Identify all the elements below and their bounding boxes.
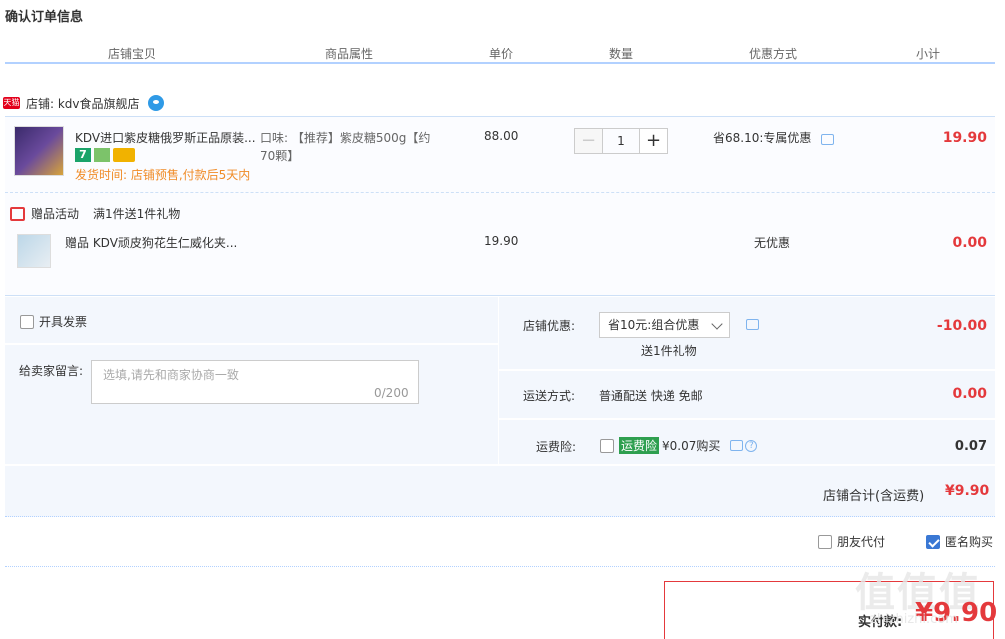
insurance-tag: 运费险 [619,437,660,454]
invoice-checkbox[interactable] [20,314,34,329]
shipping-label: 运送方式: [523,389,576,403]
shop-total-value: ¥9.90 [945,483,990,499]
tmall-icon: 天猫 [3,97,20,109]
product-name-link[interactable]: KDV进口紫皮糖俄罗斯正品原装... [75,129,255,146]
gift-price: 19.90 [484,234,519,248]
message-label: 给卖家留言: [19,364,84,378]
gift-icon [10,206,25,221]
divider [499,418,995,420]
insurance-option[interactable]: 运费险 ¥0.07购买 ? [600,437,758,454]
gift-activity-rule: 满1件送1件礼物 [93,207,181,221]
chevron-down-icon [711,318,723,330]
page-title: 确认订单信息 [5,10,84,25]
message-char-count: 0/200 [374,386,409,400]
gift-activity-row: 赠品活动 满1件送1件礼物 [10,205,180,222]
col-attributes: 商品属性 [325,47,374,61]
anonymous-option[interactable]: 匿名购买 [926,533,993,550]
divider [5,464,995,466]
invoice-label: 开具发票 [39,315,88,329]
friend-pay-label: 朋友代付 [837,535,886,549]
col-shop-item: 店铺宝贝 [108,47,157,61]
item-discount: 省68.10:专属优惠 [713,129,835,146]
col-discount: 优惠方式 [749,47,798,61]
shop-discount-select[interactable]: 省10元:组合优惠 [599,312,730,338]
unit-price: 88.00 [484,129,519,143]
quantity-stepper: − 1 + [574,128,668,154]
shop-discount-selected: 省10元:组合优惠 [608,318,700,332]
wangwang-chat-icon[interactable] [147,95,164,111]
order-extras-panel [5,297,995,517]
divider [499,369,995,371]
divider [5,343,498,345]
shop-discount-label: 店铺优惠: [523,319,576,333]
insurance-label: 运费险: [536,440,577,454]
credit-card-icon[interactable] [113,148,135,162]
column-header: 店铺宝贝 商品属性 单价 数量 优惠方式 小计 [5,42,995,64]
gift-name-link[interactable]: 赠品 KDV顽皮狗花生仁威化夹... [65,234,237,251]
shipping-amount: 0.00 [952,386,987,402]
col-quantity: 数量 [609,47,634,61]
service-badges: 7 [75,148,135,162]
seven-day-return-icon[interactable]: 7 [75,148,91,162]
product-attributes: 口味: 【推荐】紫皮糖500g【约70颗】 [260,131,431,163]
anonymous-checkbox[interactable] [926,534,940,549]
gift-discount: 无优惠 [754,236,791,250]
item-subtotal: 19.90 [942,130,987,146]
quantity-input[interactable]: 1 [603,128,639,154]
divider [5,192,995,193]
ship-time: 发货时间: 店铺预售,付款后5天内 [75,168,251,182]
col-subtotal: 小计 [916,47,941,61]
friend-pay-option[interactable]: 朋友代付 [818,533,885,550]
gift-subtotal: 0.00 [952,235,987,251]
divider [5,566,995,567]
guarantee-icon[interactable] [94,148,110,162]
col-unit-price: 单价 [489,47,514,61]
shop-row: 天猫 店铺: kdv食品旗舰店 [3,92,164,114]
help-icon[interactable]: ? [745,439,758,452]
gift-image[interactable] [17,234,51,268]
item-discount-text: 省68.10:专属优惠 [713,131,812,145]
comment-icon[interactable] [746,319,759,330]
quantity-plus-button[interactable]: + [639,128,668,154]
invoice-option[interactable]: 开具发票 [20,313,87,330]
watermark-url: zhizhizhi.com [870,612,958,627]
insurance-text: ¥0.07购买 [662,439,721,453]
shop-total-label: 店铺合计(含运费) [823,489,925,504]
product-image[interactable] [14,126,64,176]
divider [498,297,499,465]
shop-discount-amount: -10.00 [936,318,987,334]
insurance-amount: 0.07 [954,439,987,454]
shop-name-link[interactable]: 店铺: kdv食品旗舰店 [26,95,140,112]
comment-icon[interactable] [730,440,744,451]
shop-discount-note: 送1件礼物 [641,344,697,358]
insurance-checkbox[interactable] [600,438,614,453]
anonymous-label: 匿名购买 [945,535,994,549]
quantity-minus-button[interactable]: − [574,128,603,154]
shipping-value: 普通配送 快递 免邮 [599,389,703,403]
friend-pay-checkbox[interactable] [818,534,832,549]
gift-activity-label: 赠品活动 [31,207,80,221]
comment-icon[interactable] [821,134,835,145]
message-placeholder: 选填,请先和商家协商一致 [103,368,239,382]
